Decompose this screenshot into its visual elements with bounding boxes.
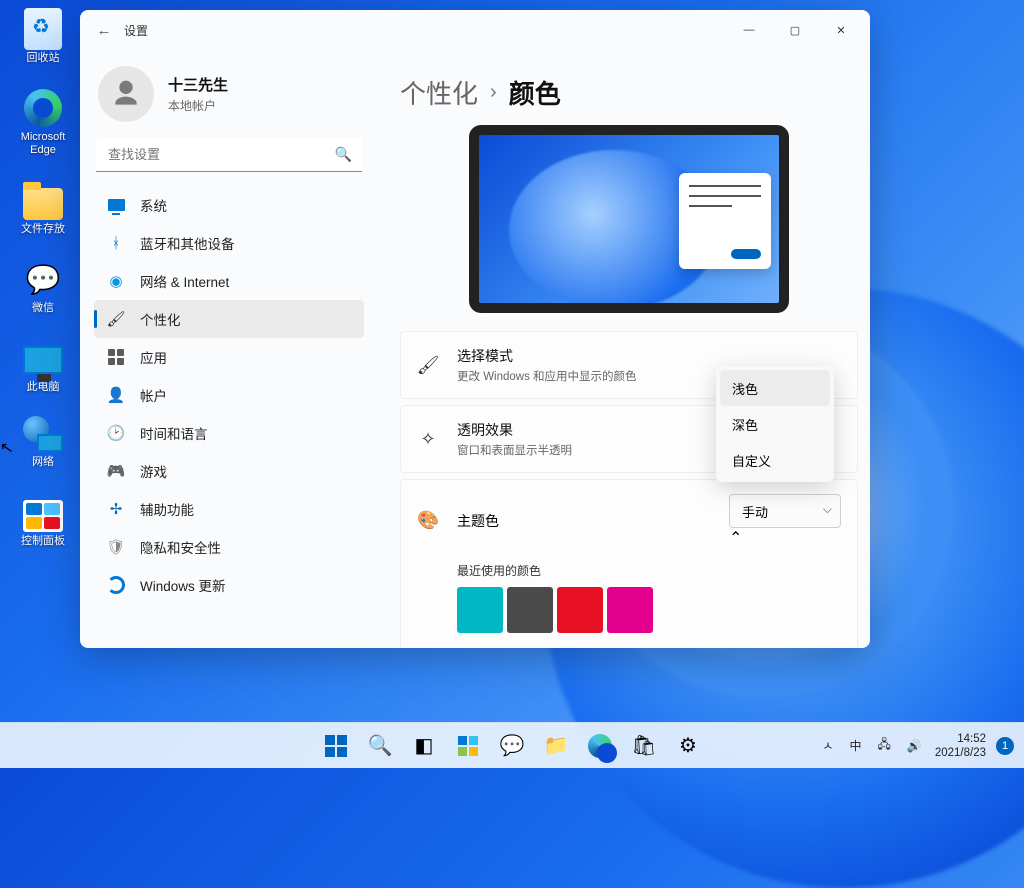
sidebar: 十三先生 本地帐户 🔍 系统 ᚼ蓝牙和其他设备 ◉网络 & Internet 🖌… [80,50,378,648]
tray-notifications[interactable]: 1 [996,737,1014,755]
nav-network[interactable]: ◉网络 & Internet [94,262,364,300]
nav: 系统 ᚼ蓝牙和其他设备 ◉网络 & Internet 🖌个性化 应用 👤帐户 🕑… [94,186,364,648]
search-box: 🔍 [96,138,362,172]
nav-accessibility[interactable]: ✢辅助功能 [94,490,364,528]
nav-apps[interactable]: 应用 [94,338,364,376]
desktop-icons: 回收站 Microsoft Edge 文件存放 💬微信 此电脑 网络 控制面板 [8,8,78,570]
swatch-3[interactable] [557,587,603,633]
close-button[interactable]: ✕ [818,14,864,46]
taskbar-search[interactable]: 🔍 [360,726,400,766]
tray-network-icon[interactable]: 🖧 [874,733,893,758]
nav-time[interactable]: 🕑时间和语言 [94,414,364,452]
desktop-icon-recyclebin[interactable]: 回收站 [8,8,78,65]
tray-clock[interactable]: 14:52 2021/8/23 [935,732,986,760]
mode-menu: 浅色 深色 自定义 [716,366,834,482]
bluetooth-icon: ᚼ [106,233,126,253]
person-icon: 👤 [106,385,126,405]
taskbar-chat[interactable]: 💬 [492,726,532,766]
minimize-button[interactable]: — [726,14,772,46]
desktop-icon-thispc[interactable]: 此电脑 [8,337,78,394]
sparkle-icon: ✧ [417,428,439,450]
paint-icon: 🖌 [417,354,439,376]
settings-window: ← 设置 — ▢ ✕ 十三先生 本地帐户 🔍 系统 ᚼ蓝牙和其他设备 [80,10,870,648]
profile-name: 十三先生 [168,74,228,95]
desktop-icon-edge[interactable]: Microsoft Edge [8,87,78,157]
nav-update[interactable]: Windows 更新 [94,566,364,604]
accessibility-icon: ✢ [106,499,126,519]
brush-icon: 🖌 [106,309,126,329]
nav-accounts[interactable]: 👤帐户 [94,376,364,414]
desktop-icon-network[interactable]: 网络 [8,416,78,469]
swatch-4[interactable] [607,587,653,633]
chevron-up-icon[interactable]: ⌃ [729,530,742,547]
desktop-icon-wechat[interactable]: 💬微信 [8,258,78,315]
taskbar-store[interactable]: 🛍 [624,726,664,766]
nav-personalization[interactable]: 🖌个性化 [94,300,364,338]
nav-privacy[interactable]: 🛡隐私和安全性 [94,528,364,566]
taskbar-widgets[interactable] [448,726,488,766]
window-title: 设置 [124,22,148,39]
taskbar: 🔍 ◧ 💬 📁 🛍 ⚙ ㅅ 中 🖧 🔊 14:52 2021/8/23 1 [0,722,1024,768]
palette-icon: 🎨 [417,510,439,532]
taskbar-settings[interactable]: ⚙ [668,726,708,766]
maximize-button[interactable]: ▢ [772,14,818,46]
shield-icon: 🛡 [106,537,126,557]
profile[interactable]: 十三先生 本地帐户 [94,58,364,136]
recent-colors-label: 最近使用的颜色 [457,562,841,579]
chevron-right-icon: › [490,81,497,104]
recent-swatches [457,587,841,633]
taskbar-edge[interactable] [580,726,620,766]
search-icon: 🔍 [335,146,352,163]
profile-sub: 本地帐户 [168,97,228,114]
mode-option-light[interactable]: 浅色 [720,370,830,406]
nav-system[interactable]: 系统 [94,186,364,224]
system-tray: ㅅ 中 🖧 🔊 14:52 2021/8/23 1 [819,732,1024,760]
avatar-icon [98,66,154,122]
titlebar: ← 设置 — ▢ ✕ [80,10,870,50]
nav-gaming[interactable]: 🎮游戏 [94,452,364,490]
wallpaper-preview [469,125,789,313]
nav-bluetooth[interactable]: ᚼ蓝牙和其他设备 [94,224,364,262]
tray-overflow[interactable]: ㅅ [819,735,836,756]
accent-section: 🎨 主题色 手动 ⌃ 最近使用的颜色 Windows 颜 [400,479,858,648]
desktop-icon-controlpanel[interactable]: 控制面板 [8,491,78,548]
breadcrumb-current: 颜色 [509,74,561,111]
tray-volume-icon[interactable]: 🔊 [904,737,925,755]
swatch-2[interactable] [507,587,553,633]
breadcrumb: 个性化 › 颜色 [400,74,858,111]
taskbar-explorer[interactable]: 📁 [536,726,576,766]
accent-mode-dropdown[interactable]: 手动 [729,494,841,528]
search-input[interactable] [96,138,362,172]
main-content: 个性化 › 颜色 🖌 选择模式 更改 Windows 和应用中显示的颜色 [378,50,870,648]
desktop-icon-folder[interactable]: 文件存放 [8,179,78,236]
update-icon [107,576,125,594]
mode-option-custom[interactable]: 自定义 [720,442,830,478]
clock-icon: 🕑 [106,423,126,443]
gamepad-icon: 🎮 [106,461,126,481]
breadcrumb-parent[interactable]: 个性化 [400,74,478,111]
swatch-1[interactable] [457,587,503,633]
wifi-icon: ◉ [106,271,126,291]
mode-option-dark[interactable]: 深色 [720,406,830,442]
start-button[interactable] [316,726,356,766]
taskbar-taskview[interactable]: ◧ [404,726,444,766]
back-button[interactable]: ← [86,12,122,48]
tray-ime[interactable]: 中 [846,735,864,756]
